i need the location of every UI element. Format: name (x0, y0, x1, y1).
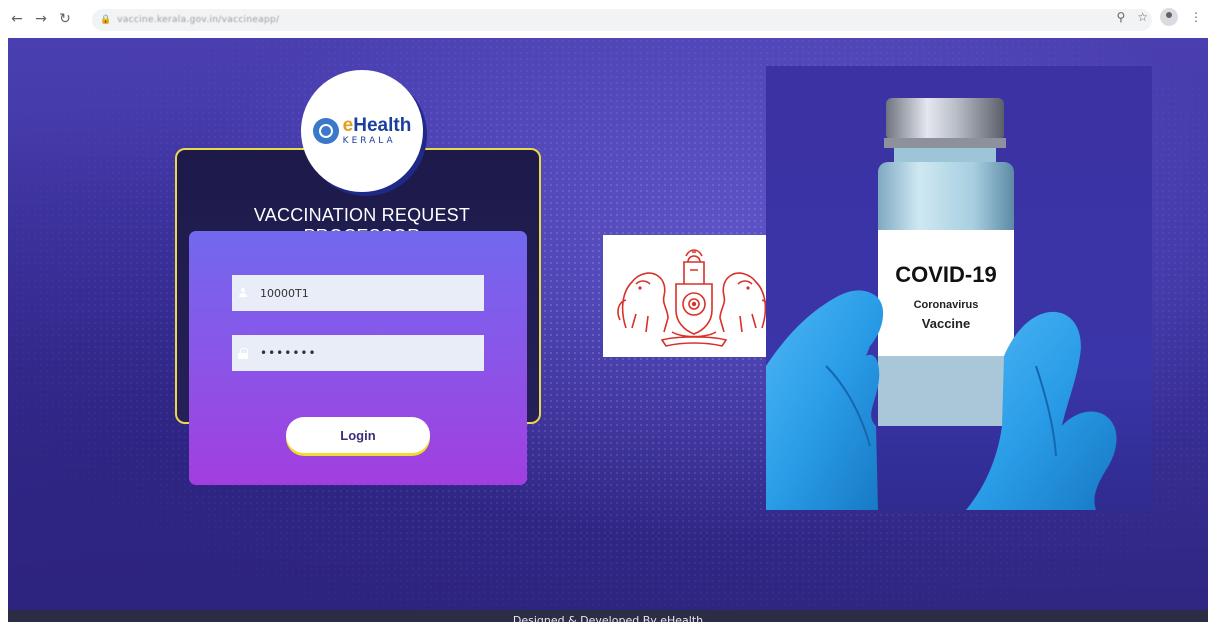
login-button[interactable]: Login (286, 417, 430, 453)
lock-icon (232, 335, 254, 371)
username-value: 10000T1 (260, 286, 309, 300)
kerala-state-emblem (603, 235, 784, 357)
vial-label-sub2: Vaccine (922, 316, 970, 331)
username-field[interactable]: 10000T1 (232, 275, 484, 311)
profile-avatar-icon[interactable] (1160, 8, 1178, 26)
vaccine-vial-graphic: COVID-19 Coronavirus Vaccine (766, 98, 1117, 510)
address-bar[interactable]: 🔒 vaccine.kerala.gov.in/vaccineapp/ (92, 9, 1152, 31)
page-background: eHealth KERALA VACCINATION REQUEST PROCE… (8, 38, 1208, 622)
footer-credit-text: Designed & Developed By eHealth (512, 614, 704, 622)
page-footer: Designed & Developed By eHealth (8, 610, 1208, 622)
user-icon (232, 275, 254, 311)
logo-state-text: KERALA (342, 136, 396, 146)
ehealth-emblem-icon (312, 118, 339, 144)
forward-arrow-icon[interactable]: → (30, 8, 52, 30)
browser-toolbar: ← → ↻ 🔒 vaccine.kerala.gov.in/vaccineapp… (0, 0, 1208, 38)
covid-vaccine-photo: COVID-19 Coronavirus Vaccine (766, 66, 1152, 510)
password-field[interactable]: ••••••• (232, 335, 484, 371)
state-emblem-graphic (616, 249, 771, 347)
bookmark-star-icon[interactable]: ☆ (1137, 10, 1148, 24)
vial-label-sub1: Coronavirus (914, 299, 979, 311)
reload-icon[interactable]: ↻ (54, 8, 76, 30)
login-card: 10000T1 ••••••• Login (189, 231, 527, 485)
key-icon[interactable]: ⚲ (1116, 10, 1125, 24)
address-bar-url: vaccine.kerala.gov.in/vaccineapp/ (117, 15, 280, 25)
vial-label-main: COVID-19 (895, 262, 996, 287)
logo-brand-text: eHealth (342, 115, 412, 136)
lock-icon: 🔒 (100, 15, 112, 25)
password-value: ••••••• (260, 346, 317, 360)
back-arrow-icon[interactable]: ← (6, 8, 28, 30)
ehealth-kerala-logo: eHealth KERALA (301, 70, 423, 192)
browser-menu-icon[interactable]: ⋮ (1190, 10, 1202, 24)
